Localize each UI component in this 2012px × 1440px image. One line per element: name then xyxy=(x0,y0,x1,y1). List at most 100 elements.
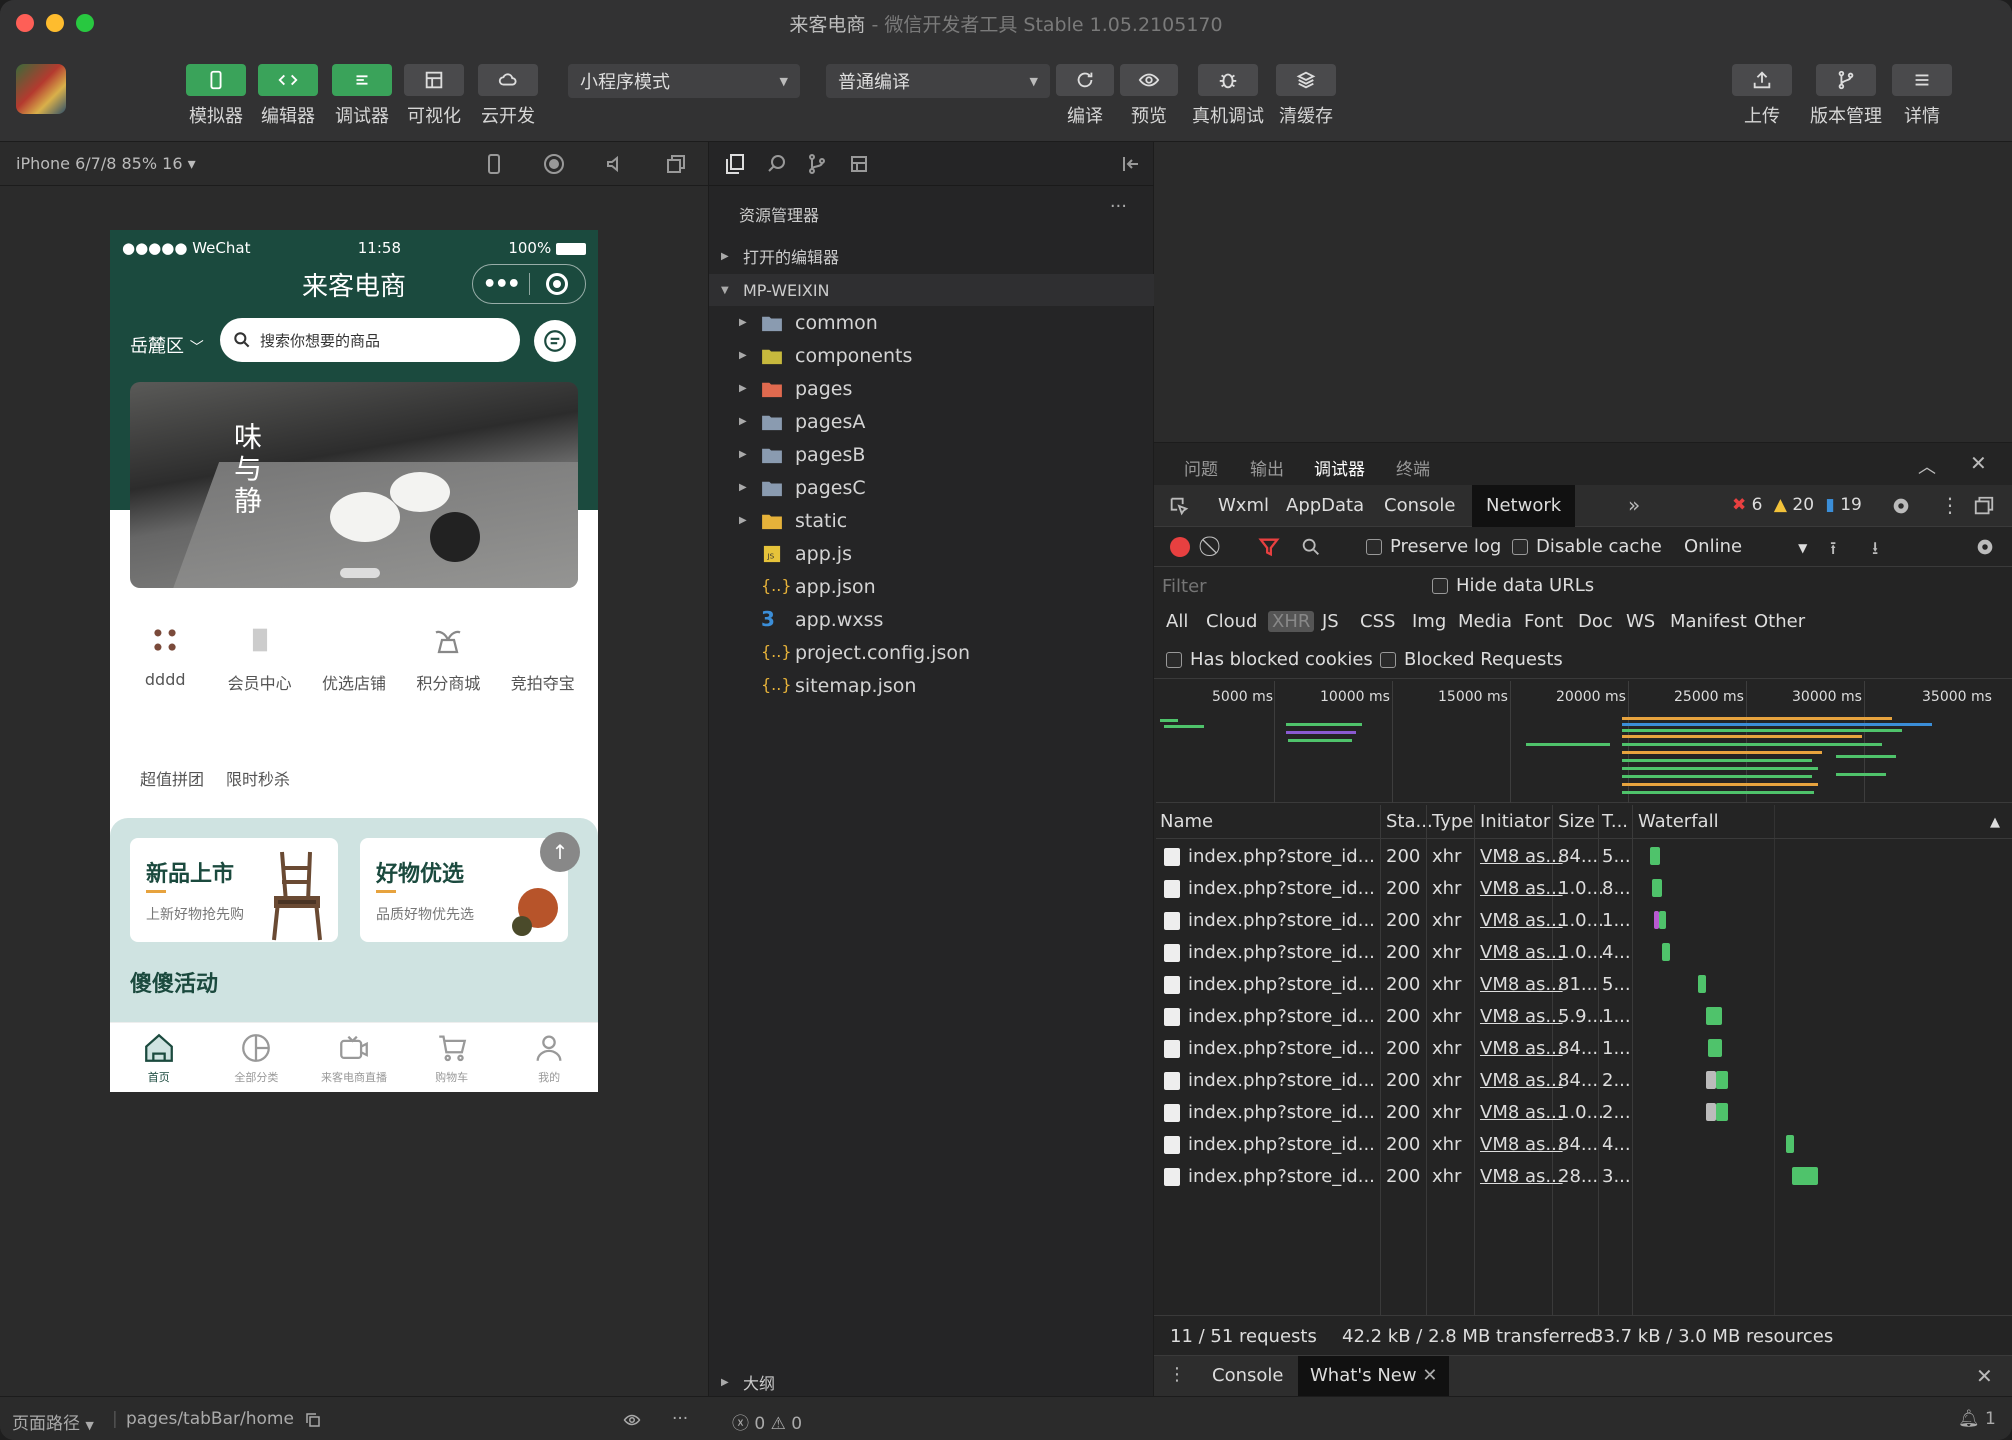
category-item[interactable]: 优选店铺 xyxy=(310,620,398,694)
file-app-json[interactable]: {..} app.json xyxy=(709,570,1155,603)
debug-icon[interactable] xyxy=(332,64,392,96)
layout-icon[interactable] xyxy=(404,64,464,96)
file-app-wxss[interactable]: 3 app.wxss xyxy=(709,603,1155,636)
has-blocked-cookies-checkbox[interactable]: Has blocked cookies xyxy=(1166,649,1373,670)
zoom-window-button[interactable] xyxy=(76,14,94,32)
avatar[interactable] xyxy=(16,64,66,114)
file-sitemap[interactable]: {..} sitemap.json xyxy=(709,669,1155,702)
compile-button[interactable]: 编译 xyxy=(1056,64,1114,128)
file-app-js[interactable]: JS app.js xyxy=(709,537,1155,570)
page-path-select[interactable]: 页面路径 ▼ xyxy=(12,1409,94,1434)
category-item[interactable]: dddd xyxy=(121,620,209,694)
group-buy-link[interactable]: 超值拼团 xyxy=(140,766,204,790)
folder-pagesB[interactable]: ▶ pagesB xyxy=(709,438,1155,471)
request-initiator-link[interactable]: VM8 as... xyxy=(1480,1038,1563,1059)
issue-counts[interactable]: ✖ 6 ▲ 20 ▮ 19 xyxy=(1732,495,1862,515)
tab-terminal[interactable]: 终端 xyxy=(1396,455,1430,480)
column-initiator[interactable]: Initiator xyxy=(1480,811,1550,832)
copy-icon[interactable] xyxy=(304,1411,322,1429)
search-icon[interactable] xyxy=(765,152,789,176)
debugger-button[interactable]: 调试器 xyxy=(332,64,392,128)
request-initiator-link[interactable]: VM8 as... xyxy=(1480,1006,1563,1027)
simulator-button[interactable]: 模拟器 xyxy=(186,64,246,128)
type-other[interactable]: Other xyxy=(1754,611,1805,632)
disable-cache-checkbox[interactable]: Disable cache xyxy=(1512,536,1662,557)
blocked-requests-checkbox[interactable]: Blocked Requests xyxy=(1380,649,1563,670)
sort-up-icon[interactable]: ▲ xyxy=(1990,815,2000,830)
type-js[interactable]: JS xyxy=(1322,611,1339,632)
close-window-button[interactable] xyxy=(16,14,34,32)
compile-select[interactable]: 普通编译 ▼ xyxy=(826,64,1050,98)
code-icon[interactable] xyxy=(258,64,318,96)
dock-icon[interactable] xyxy=(1972,495,1996,517)
filter-input[interactable] xyxy=(1158,571,1418,601)
search-icon[interactable] xyxy=(1300,536,1322,558)
drawer-tab-whats-new[interactable]: What's New ✕ xyxy=(1298,1356,1450,1396)
category-item[interactable]: 会员中心 xyxy=(216,620,304,694)
branch-icon[interactable] xyxy=(1816,64,1876,96)
type-manifest[interactable]: Manifest xyxy=(1670,611,1747,632)
filter-icon[interactable] xyxy=(1258,536,1280,558)
settings-gear-icon[interactable] xyxy=(1974,536,1996,558)
request-initiator-link[interactable]: VM8 as... xyxy=(1480,846,1563,867)
tab-console[interactable]: Console xyxy=(1370,485,1469,527)
more-icon[interactable]: ••• xyxy=(473,272,529,297)
hide-data-urls-checkbox[interactable]: Hide data URLs xyxy=(1432,575,1594,596)
cloud-icon[interactable] xyxy=(478,64,538,96)
layers-icon[interactable] xyxy=(1276,64,1336,96)
request-initiator-link[interactable]: VM8 as... xyxy=(1480,910,1563,931)
tab-cart[interactable]: 购物车 xyxy=(403,1023,501,1092)
request-initiator-link[interactable]: VM8 as... xyxy=(1480,942,1563,963)
type-media[interactable]: Media xyxy=(1458,611,1512,632)
kebab-menu-icon[interactable]: ⋮ xyxy=(1168,1364,1186,1385)
category-item[interactable]: 积分商城 xyxy=(404,620,492,694)
table-row[interactable]: index.php?store_id... 200 xhr VM8 as... 1.0.… xyxy=(1156,905,2012,937)
more-tabs-icon[interactable]: » xyxy=(1628,493,1640,517)
real-debug-button[interactable]: 真机调试 xyxy=(1192,64,1264,128)
export-har-icon[interactable]: ⭳ xyxy=(1872,536,1878,566)
file-project-config[interactable]: {..} project.config.json xyxy=(709,636,1155,669)
request-initiator-link[interactable]: VM8 as... xyxy=(1480,1166,1563,1187)
source-control-icon[interactable] xyxy=(805,152,829,176)
more-icon[interactable]: ··· xyxy=(672,1409,688,1429)
column-status[interactable]: Sta... xyxy=(1386,811,1433,832)
preview-button[interactable]: 预览 xyxy=(1120,64,1178,128)
folder-common[interactable]: ▶ common xyxy=(709,306,1155,339)
open-editors-section[interactable]: ▶ 打开的编辑器 xyxy=(709,240,1155,272)
category-item[interactable]: 竞拍夺宝 xyxy=(499,620,587,694)
tab-appdata[interactable]: AppData xyxy=(1272,485,1378,527)
tab-problems[interactable]: 问题 xyxy=(1184,455,1218,480)
chevron-up-icon[interactable]: ︿ xyxy=(1918,453,1936,479)
tab-mine[interactable]: 我的 xyxy=(500,1023,598,1092)
upload-button[interactable]: 上传 xyxy=(1732,64,1792,128)
volume-icon[interactable] xyxy=(604,152,628,176)
folder-components[interactable]: ▶ components xyxy=(709,339,1155,372)
type-cloud[interactable]: Cloud xyxy=(1206,611,1257,632)
flash-sale-link[interactable]: 限时秒杀 xyxy=(226,766,290,790)
record-icon[interactable] xyxy=(542,152,566,176)
clear-cache-button[interactable]: 清缓存 xyxy=(1276,64,1336,128)
import-har-icon[interactable]: ⭱ xyxy=(1830,536,1836,566)
table-row[interactable]: index.php?store_id... 200 xhr VM8 as... 5.9.… xyxy=(1156,1001,2012,1033)
minimize-window-button[interactable] xyxy=(46,14,64,32)
type-ws[interactable]: WS xyxy=(1626,611,1655,632)
eye-icon[interactable] xyxy=(620,1411,644,1429)
collapse-panel-icon[interactable] xyxy=(1119,152,1143,176)
message-button[interactable] xyxy=(534,320,576,362)
preserve-log-checkbox[interactable]: Preserve log xyxy=(1366,536,1501,557)
tab-output[interactable]: 输出 xyxy=(1250,455,1284,480)
column-size[interactable]: Size xyxy=(1558,811,1595,832)
tab-categories[interactable]: 全部分类 xyxy=(208,1023,306,1092)
phone-icon[interactable] xyxy=(482,152,506,176)
folder-pagesC[interactable]: ▶ pagesC xyxy=(709,471,1155,504)
tab-debugger[interactable]: 调试器 xyxy=(1314,455,1365,488)
back-to-top-button[interactable]: ↑ xyxy=(540,832,580,872)
type-css[interactable]: CSS xyxy=(1360,611,1395,632)
column-type[interactable]: Type xyxy=(1432,811,1473,832)
column-waterfall[interactable]: Waterfall xyxy=(1638,811,1719,832)
network-overview-timeline[interactable]: 5000 ms 10000 ms 15000 ms 20000 ms 25000… xyxy=(1156,681,2012,803)
cloud-button[interactable]: 云开发 xyxy=(478,64,538,128)
outline-section[interactable]: ▶ 大纲 xyxy=(709,1366,1155,1398)
table-row[interactable]: index.php?store_id... 200 xhr VM8 as... 1.0.… xyxy=(1156,1097,2012,1129)
type-all[interactable]: All xyxy=(1166,611,1188,632)
